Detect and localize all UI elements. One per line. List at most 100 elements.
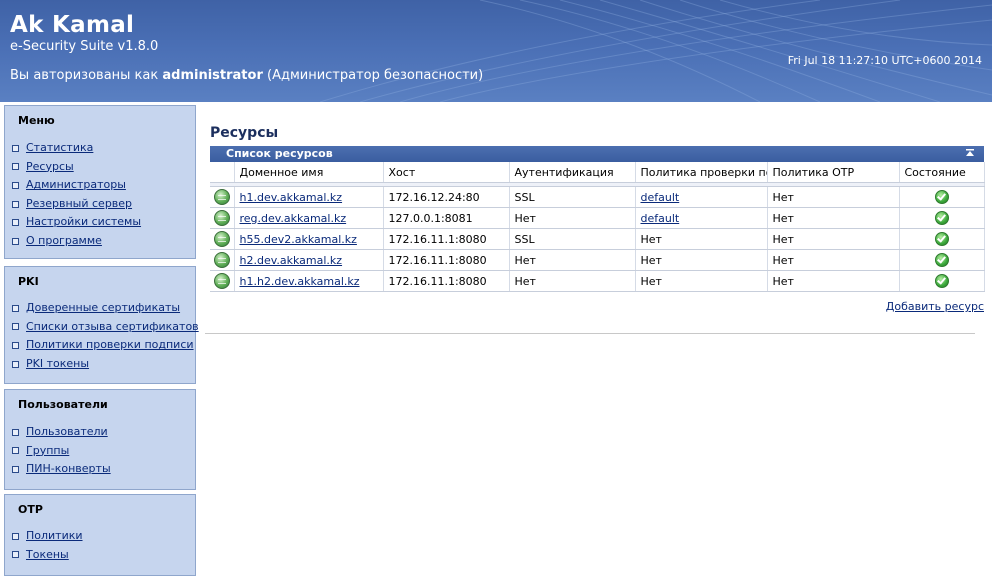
- app-header: Ak Kamal e-Security Suite v1.8.0 Вы авто…: [0, 0, 992, 102]
- panel-title-users: Пользователи: [18, 398, 108, 411]
- column-header-auth[interactable]: Аутентификация: [509, 162, 636, 183]
- table-row: h1.dev.akkamal.kz 172.16.12.24:80 SSL de…: [210, 186, 985, 208]
- domain-link[interactable]: h1.dev.akkamal.kz: [240, 191, 343, 204]
- bullet-icon: [12, 181, 19, 189]
- auth-cell: SSL: [509, 186, 636, 208]
- sidebar-link-otp-policies[interactable]: Политики: [26, 527, 83, 546]
- sidebar-menu-panel: Меню Статистика Ресурсы Администраторы Р…: [4, 105, 196, 259]
- sidebar-item-backup-server[interactable]: Резервный сервер: [12, 195, 141, 214]
- sidebar-item-pki-tokens[interactable]: PKI токены: [12, 355, 199, 374]
- sidebar-link-statistics[interactable]: Статистика: [26, 139, 93, 158]
- check-icon: [934, 190, 949, 204]
- sidebar-item-resources[interactable]: Ресурсы: [12, 158, 141, 177]
- column-header-otp-policy[interactable]: Политика OTP: [767, 162, 900, 183]
- sidebar-pki-panel: PKI Доверенные сертификаты Списки отзыва…: [4, 266, 199, 384]
- policy-link[interactable]: default: [641, 212, 680, 225]
- column-header-state[interactable]: Состояние: [899, 162, 985, 183]
- sidebar-item-otp-tokens[interactable]: Токены: [12, 546, 83, 565]
- pki-list: Доверенные сертификаты Списки отзыва сер…: [12, 299, 199, 373]
- column-header-domain[interactable]: Доменное имя: [234, 162, 384, 183]
- collapse-icon[interactable]: [965, 148, 975, 159]
- column-header-check-policy[interactable]: Политика проверки по: [635, 162, 768, 183]
- bullet-icon: [12, 551, 19, 559]
- domain-cell: h1.dev.akkamal.kz: [234, 186, 384, 208]
- page-title: Ресурсы: [210, 125, 279, 141]
- globe-icon[interactable]: [213, 252, 230, 268]
- host-cell: 172.16.11.1:8080: [383, 270, 510, 292]
- row-icon-cell: [210, 249, 235, 271]
- sidebar-item-groups[interactable]: Группы: [12, 442, 111, 461]
- check-icon: [934, 232, 949, 246]
- bullet-icon: [12, 360, 19, 368]
- globe-icon[interactable]: [213, 231, 230, 247]
- domain-link[interactable]: h2.dev.akkamal.kz: [240, 254, 343, 267]
- sidebar-link-pki-tokens[interactable]: PKI токены: [26, 355, 89, 374]
- globe-icon[interactable]: [213, 273, 230, 289]
- menu-list: Статистика Ресурсы Администраторы Резерв…: [12, 139, 141, 251]
- policy-cell: default: [635, 207, 768, 229]
- sidebar-link-otp-tokens[interactable]: Токены: [26, 546, 69, 565]
- resource-list-title: Список ресурсов: [226, 147, 333, 160]
- sidebar-otp-panel: OTP Политики Токены: [4, 494, 196, 576]
- resource-list-header: Список ресурсов: [210, 146, 984, 162]
- auth-username: administrator: [162, 68, 263, 83]
- sidebar-item-signature-policies[interactable]: Политики проверки подписи: [12, 336, 199, 355]
- bullet-icon: [12, 163, 19, 171]
- state-cell: [899, 186, 985, 208]
- bullet-icon: [12, 219, 19, 227]
- policy-cell: default: [635, 186, 768, 208]
- otp-cell: Нет: [767, 207, 900, 229]
- add-resource-link[interactable]: Добавить ресурс: [886, 300, 984, 313]
- sidebar-item-system-settings[interactable]: Настройки системы: [12, 213, 141, 232]
- table-row: reg.dev.akkamal.kz 127.0.0.1:8081 Нет de…: [210, 207, 985, 229]
- bullet-icon: [12, 341, 19, 349]
- sidebar-link-crl[interactable]: Списки отзыва сертификатов: [26, 318, 199, 337]
- content-divider: [205, 333, 975, 334]
- sidebar-link-resources[interactable]: Ресурсы: [26, 158, 74, 177]
- sidebar-link-trusted-certificates[interactable]: Доверенные сертификаты: [26, 299, 180, 318]
- bullet-icon: [12, 532, 19, 540]
- state-cell: [899, 249, 985, 271]
- globe-icon[interactable]: [213, 210, 230, 226]
- sidebar-link-administrators[interactable]: Администраторы: [26, 176, 126, 195]
- domain-link[interactable]: reg.dev.akkamal.kz: [240, 212, 347, 225]
- host-cell: 127.0.0.1:8081: [383, 207, 510, 229]
- policy-link[interactable]: default: [641, 191, 680, 204]
- sidebar-item-otp-policies[interactable]: Политики: [12, 527, 83, 546]
- sidebar-link-backup-server[interactable]: Резервный сервер: [26, 195, 132, 214]
- auth-cell: SSL: [509, 228, 636, 250]
- otp-cell: Нет: [767, 270, 900, 292]
- sidebar-item-about[interactable]: О программе: [12, 232, 141, 251]
- column-header-host[interactable]: Хост: [383, 162, 510, 183]
- domain-link[interactable]: h1.h2.dev.akkamal.kz: [240, 275, 360, 288]
- sidebar-link-pin-envelopes[interactable]: ПИН-конверты: [26, 460, 111, 479]
- sidebar-item-administrators[interactable]: Администраторы: [12, 176, 141, 195]
- sidebar-item-crl[interactable]: Списки отзыва сертификатов: [12, 318, 199, 337]
- auth-cell: Нет: [509, 270, 636, 292]
- sidebar-link-groups[interactable]: Группы: [26, 442, 69, 461]
- domain-cell: h55.dev2.akkamal.kz: [234, 228, 384, 250]
- sidebar-item-pin-envelopes[interactable]: ПИН-конверты: [12, 460, 111, 479]
- otp-cell: Нет: [767, 228, 900, 250]
- panel-title-otp: OTP: [18, 503, 43, 516]
- table-header-row: Доменное имя Хост Аутентификация Политик…: [210, 162, 985, 183]
- auth-cell: Нет: [509, 249, 636, 271]
- host-cell: 172.16.12.24:80: [383, 186, 510, 208]
- row-icon-cell: [210, 207, 235, 229]
- sidebar-link-system-settings[interactable]: Настройки системы: [26, 213, 141, 232]
- otp-cell: Нет: [767, 186, 900, 208]
- sidebar-item-trusted-certificates[interactable]: Доверенные сертификаты: [12, 299, 199, 318]
- resources-table: Доменное имя Хост Аутентификация Политик…: [210, 162, 985, 292]
- globe-icon[interactable]: [213, 189, 230, 205]
- domain-link[interactable]: h55.dev2.akkamal.kz: [240, 233, 357, 246]
- otp-list: Политики Токены: [12, 527, 83, 564]
- table-row: h2.dev.akkamal.kz 172.16.11.1:8080 Нет Н…: [210, 249, 985, 271]
- sidebar-link-users[interactable]: Пользователи: [26, 423, 108, 442]
- row-icon-cell: [210, 228, 235, 250]
- sidebar-link-signature-policies[interactable]: Политики проверки подписи: [26, 336, 194, 355]
- sidebar-users-panel: Пользователи Пользователи Группы ПИН-кон…: [4, 389, 196, 490]
- sidebar-item-users[interactable]: Пользователи: [12, 423, 111, 442]
- sidebar-item-statistics[interactable]: Статистика: [12, 139, 141, 158]
- sidebar-link-about[interactable]: О программе: [26, 232, 102, 251]
- state-cell: [899, 270, 985, 292]
